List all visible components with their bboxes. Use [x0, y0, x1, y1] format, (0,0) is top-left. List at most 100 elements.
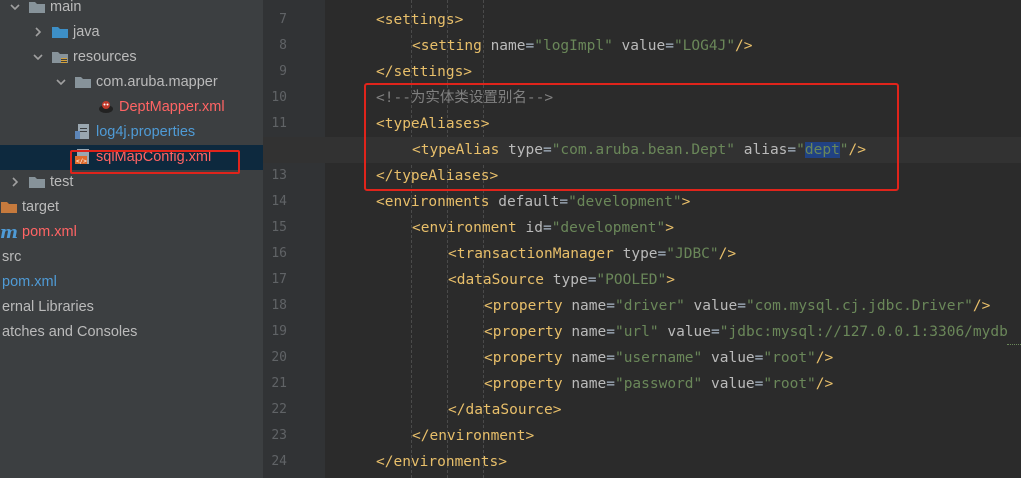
code-token: value — [711, 376, 755, 392]
tree-item-label: test — [50, 174, 74, 190]
code-token: "logImpl" — [534, 38, 613, 54]
code-token: <property — [484, 324, 572, 340]
tree-item[interactable]: target — [0, 195, 263, 220]
code-token: value — [667, 324, 712, 340]
tree-item[interactable]: m pom.xml — [0, 220, 263, 245]
code-token: name — [571, 298, 607, 314]
tree-item[interactable]: resources — [0, 45, 263, 70]
chevron-down-icon[interactable] — [54, 75, 68, 89]
tree-item-label: resources — [73, 49, 137, 65]
code-token: </settings> — [376, 64, 473, 80]
tree-item[interactable]: log4j.properties — [0, 120, 263, 145]
code-token: <property — [484, 350, 572, 366]
code-token: "POOLED" — [596, 272, 667, 288]
code-token: "development" — [568, 194, 682, 210]
tree-item-label: DeptMapper.xml — [119, 99, 225, 115]
code-token: <setting — [412, 38, 491, 54]
code-line[interactable]: <property name="url" value="jdbc:mysql:/… — [263, 319, 1021, 345]
code-text: </dataSource> — [448, 397, 562, 423]
code-text: <property name="url" value="jdbc:mysql:/… — [484, 319, 1008, 345]
code-text: <property name="driver" value="com.mysql… — [484, 293, 990, 319]
maven-icon: m — [0, 223, 18, 243]
tree-item-label: log4j.properties — [96, 124, 196, 140]
code-token: /> — [815, 376, 834, 392]
code-token: name — [571, 376, 607, 392]
code-line[interactable]: <environment id="development"> — [263, 215, 1021, 241]
code-text: </settings> — [376, 59, 472, 85]
tree-item[interactable]: atches and Consoles — [0, 320, 263, 345]
tree-item-label: target — [22, 199, 60, 215]
annotation-box-sqlmapconfig — [70, 150, 240, 174]
code-token: </dataSource> — [448, 402, 562, 418]
chevron-right-icon[interactable] — [8, 175, 22, 189]
code-line[interactable]: </dataSource> — [263, 397, 1021, 423]
code-token: = — [737, 298, 746, 314]
code-token: value — [711, 350, 755, 366]
excluded-folder-icon — [0, 198, 18, 216]
tree-item-label: java — [73, 24, 100, 40]
code-line[interactable]: <property name="username" value="root"/> — [263, 345, 1021, 371]
code-line[interactable]: </settings> — [263, 59, 1021, 85]
code-token: /> — [972, 298, 991, 314]
code-token: <dataSource — [448, 272, 553, 288]
code-text: <environment id="development"> — [412, 215, 674, 241]
code-token: "JDBC" — [666, 246, 719, 262]
code-line[interactable]: <property name="driver" value="com.mysql… — [263, 293, 1021, 319]
code-token: name — [490, 38, 526, 54]
code-line[interactable]: <settings> — [263, 7, 1021, 33]
folder-icon — [28, 0, 46, 16]
code-token: /> — [735, 38, 753, 54]
code-token: </environment> — [412, 428, 535, 444]
code-token: value — [621, 38, 666, 54]
tree-item[interactable]: pom.xml — [0, 270, 263, 295]
code-token: </environments> — [376, 454, 507, 470]
tree-item-label: src — [2, 249, 22, 265]
code-text: <setting name="logImpl" value="LOG4J"/> — [412, 33, 753, 59]
code-line[interactable]: <transactionManager type="JDBC"/> — [263, 241, 1021, 267]
code-text: <environments default="development"> — [376, 189, 690, 215]
svg-text:m: m — [0, 223, 18, 241]
code-token: <settings> — [376, 12, 464, 28]
tree-item[interactable]: com.aruba.mapper — [0, 70, 263, 95]
code-token: "LOG4J" — [673, 38, 736, 54]
code-token: name — [571, 324, 607, 340]
code-token: <environments — [376, 194, 499, 210]
code-token: = — [711, 324, 720, 340]
code-text: </environments> — [376, 449, 507, 475]
tree-item-label: ernal Libraries — [2, 299, 94, 315]
code-text: <settings> — [376, 7, 463, 33]
tree-item[interactable]: ernal Libraries — [0, 295, 263, 320]
code-line[interactable]: </environment> — [263, 423, 1021, 449]
code-token: /> — [718, 246, 737, 262]
chevron-down-icon[interactable] — [8, 0, 22, 14]
tree-item[interactable]: DeptMapper.xml — [0, 95, 263, 120]
code-token: type — [552, 272, 588, 288]
code-token: "driver" — [614, 298, 685, 314]
chevron-right-icon[interactable] — [31, 25, 45, 39]
code-editor[interactable]: 789101112131415161718192021222324 <setti… — [263, 0, 1021, 478]
code-token: > — [665, 220, 674, 236]
code-token: "root" — [763, 376, 816, 392]
project-tree: main java resources com.aruba.mapper DeptMap… — [0, 0, 263, 478]
code-line[interactable]: <property name="password" value="root"/> — [263, 371, 1021, 397]
code-token: "jdbc:mysql://127.0.0.1:3306/mydb — [719, 324, 1008, 340]
code-token: = — [559, 194, 569, 210]
code-line[interactable]: <environments default="development"> — [263, 189, 1021, 215]
code-line[interactable]: <dataSource type="POOLED"> — [263, 267, 1021, 293]
chevron-down-icon[interactable] — [31, 50, 45, 64]
tree-item-label: atches and Consoles — [2, 324, 138, 340]
code-line[interactable]: </environments> — [263, 449, 1021, 475]
spellcheck-squiggle — [1007, 342, 1021, 345]
code-token: = — [606, 298, 615, 314]
tree-item[interactable]: main — [0, 0, 263, 20]
code-token: = — [606, 376, 615, 392]
code-line[interactable]: <setting name="logImpl" value="LOG4J"/> — [263, 33, 1021, 59]
tree-item[interactable]: src — [0, 245, 263, 270]
code-text: <transactionManager type="JDBC"/> — [448, 241, 736, 267]
code-token: default — [498, 194, 560, 210]
code-token: = — [657, 246, 667, 262]
tree-item-label: pom.xml — [2, 274, 57, 290]
tree-item[interactable]: java — [0, 20, 263, 45]
